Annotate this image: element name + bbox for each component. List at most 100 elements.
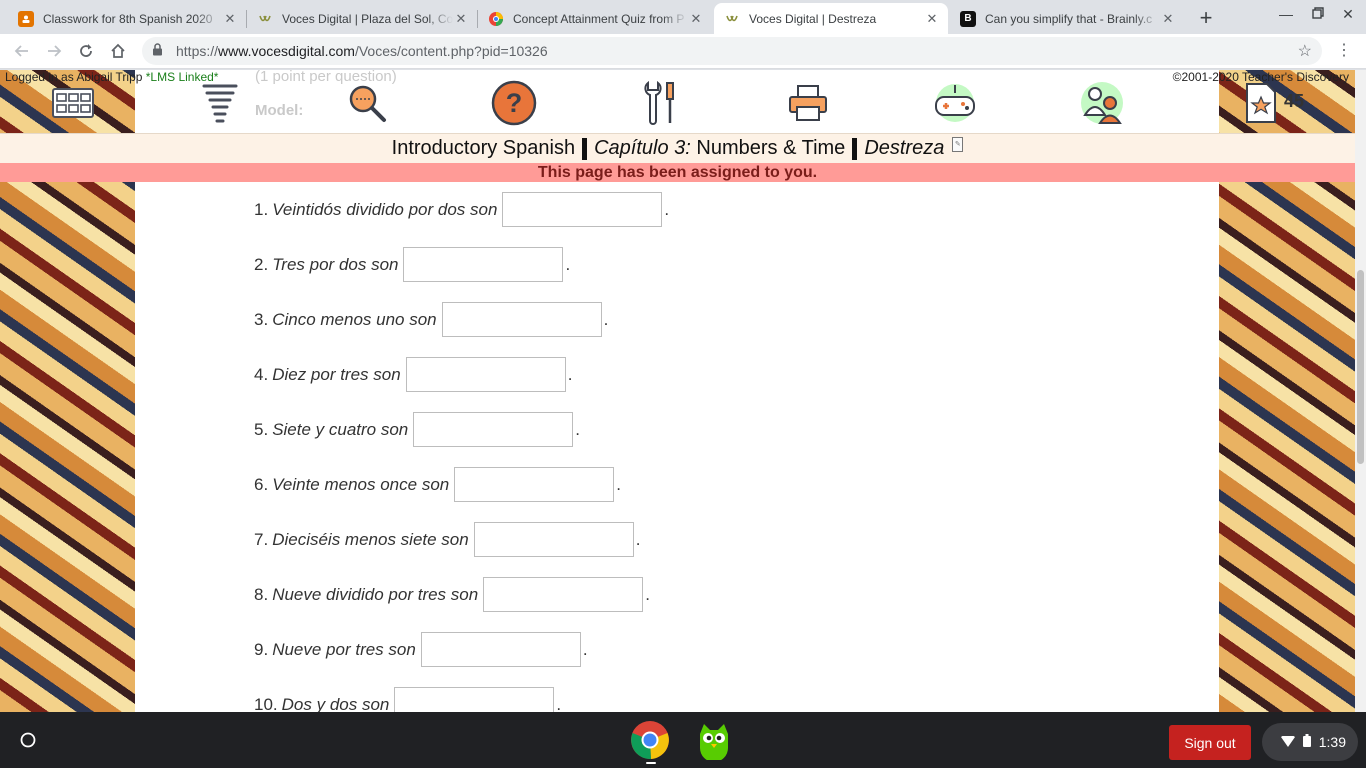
star-document-icon[interactable]	[1238, 80, 1284, 126]
answer-input[interactable]	[441, 302, 602, 337]
answer-input[interactable]	[454, 467, 615, 502]
period: .	[603, 309, 609, 329]
bookmark-star-icon[interactable]: ☆	[1298, 41, 1312, 61]
logged-in-status: Logged in as Abigail Tripp *LMS Linked*	[5, 70, 218, 84]
url-scheme: https://	[176, 43, 219, 59]
period: .	[645, 584, 650, 604]
question-number: 8.	[254, 584, 269, 604]
battery-icon	[1302, 734, 1311, 750]
question-row: 7. Dieciséis menos siete son .	[254, 522, 640, 557]
google-docs-icon	[488, 11, 504, 27]
reload-icon[interactable]	[74, 39, 98, 63]
question-number: 3.	[254, 309, 269, 329]
help-question-icon[interactable]: ?	[491, 80, 537, 126]
tab-concept-quiz[interactable]: Concept Attainment Quiz from P ✕	[478, 3, 712, 34]
tab-brainly[interactable]: B Can you simplify that - Brainly.c ✕	[950, 3, 1184, 34]
answer-input[interactable]	[405, 357, 566, 392]
notes-document-icon[interactable]: ✎	[952, 137, 964, 152]
tab-classwork[interactable]: Classwork for 8th Spanish 2020 ✕	[8, 3, 246, 34]
period: .	[582, 639, 588, 659]
period: .	[567, 364, 573, 384]
answer-input[interactable]	[420, 632, 581, 667]
window-close-icon[interactable]: ✕	[1338, 6, 1358, 23]
launcher-icon[interactable]	[14, 726, 42, 754]
points-total: 45	[1284, 91, 1305, 111]
question-row: 5. Siete y cuatro son .	[254, 412, 580, 447]
question-row: 1. Veintidós dividido por dos son .	[254, 192, 669, 227]
duolingo-icon[interactable]	[694, 720, 734, 762]
tornado-icon[interactable]	[197, 80, 243, 126]
minimize-icon[interactable]: —	[1276, 6, 1296, 22]
question-number: 1.	[254, 199, 269, 219]
browser-toolbar: https://www.vocesdigital.com/Voces/conte…	[0, 34, 1366, 69]
tab-destreza[interactable]: Voces Digital | Destreza ✕	[714, 3, 948, 34]
question-prompt: Dos y dos son	[281, 694, 390, 713]
game-controller-icon[interactable]	[932, 80, 978, 126]
scrollbar-thumb[interactable]	[1357, 270, 1364, 464]
question-prompt: Tres por dos son	[272, 254, 399, 274]
sign-out-button[interactable]: Sign out	[1169, 725, 1251, 760]
printer-icon[interactable]	[785, 80, 831, 126]
page-viewport: (1 point per question) Model: Logged in …	[0, 70, 1355, 712]
question-row: 9. Nueve por tres son .	[254, 632, 588, 667]
tab-title: Voces Digital | Plaza del Sol, Co	[282, 11, 453, 26]
question-row: 8. Nueve dividido por tres son .	[254, 577, 650, 612]
answer-input[interactable]	[502, 192, 663, 227]
new-tab-button[interactable]: +	[1192, 4, 1220, 32]
running-indicator	[646, 762, 656, 764]
status-tray[interactable]: 1:39	[1262, 723, 1358, 761]
site-header: Logged in as Abigail Tripp *LMS Linked* …	[0, 70, 1355, 133]
period: .	[556, 694, 562, 713]
close-icon[interactable]: ✕	[1160, 11, 1176, 27]
google-classroom-icon	[18, 10, 34, 27]
period: .	[635, 529, 641, 549]
answer-input[interactable]	[473, 522, 634, 557]
forward-arrow-icon[interactable]	[42, 39, 66, 63]
question-row: 3. Cinco menos uno son .	[254, 302, 608, 337]
assigned-banner: This page has been assigned to you.	[0, 163, 1355, 182]
voces-icon	[724, 11, 740, 27]
tab-title: Concept Attainment Quiz from P	[513, 11, 685, 26]
question-number: 10.	[254, 694, 278, 713]
chapter-name: Numbers & Time	[696, 137, 846, 159]
address-bar[interactable]: https://www.vocesdigital.com/Voces/conte…	[142, 37, 1322, 65]
search-magnifier-icon[interactable]	[344, 80, 390, 126]
page-scrollbar[interactable]	[1355, 70, 1366, 712]
question-prompt: Nueve por tres son	[272, 639, 416, 659]
chrome-icon[interactable]	[630, 720, 670, 760]
title-divider	[582, 137, 588, 160]
close-icon[interactable]: ✕	[924, 11, 940, 27]
section-title: Destreza	[864, 137, 945, 159]
question-number: 4.	[254, 364, 269, 384]
question-prompt: Cinco menos uno son	[272, 309, 437, 329]
grid-menu-icon[interactable]	[50, 80, 96, 126]
answer-input[interactable]	[483, 577, 644, 612]
answer-input[interactable]	[403, 247, 564, 282]
course-title-bar: Introductory Spanish Capítulo 3: Numbers…	[0, 133, 1355, 163]
answer-input[interactable]	[413, 412, 574, 447]
home-icon[interactable]	[106, 39, 130, 63]
close-icon[interactable]: ✕	[453, 11, 469, 27]
question-number: 5.	[254, 419, 269, 439]
brainly-icon: B	[960, 10, 976, 27]
period: .	[616, 474, 621, 494]
question-row: 2. Tres por dos son .	[254, 247, 570, 282]
people-icon[interactable]	[1079, 80, 1125, 126]
tab-title: Voces Digital | Destreza	[749, 11, 877, 26]
tools-icon[interactable]	[637, 80, 683, 126]
tab-title: Classwork for 8th Spanish 2020	[43, 11, 213, 26]
period: .	[664, 199, 670, 219]
close-icon[interactable]: ✕	[688, 11, 704, 27]
course-title: Introductory Spanish	[391, 137, 576, 159]
back-arrow-icon[interactable]	[10, 39, 34, 63]
answer-input[interactable]	[394, 687, 555, 712]
period: .	[575, 419, 580, 439]
question-number: 6.	[254, 474, 269, 494]
wifi-icon	[1280, 734, 1295, 750]
close-icon[interactable]: ✕	[222, 11, 238, 27]
lock-icon	[152, 43, 166, 59]
browser-menu-icon[interactable]: ⋮	[1336, 40, 1352, 60]
tab-plaza-del-sol[interactable]: Voces Digital | Plaza del Sol, Co ✕	[247, 3, 477, 34]
restore-icon[interactable]	[1308, 6, 1328, 22]
tab-title: Can you simplify that - Brainly.c	[985, 11, 1153, 26]
